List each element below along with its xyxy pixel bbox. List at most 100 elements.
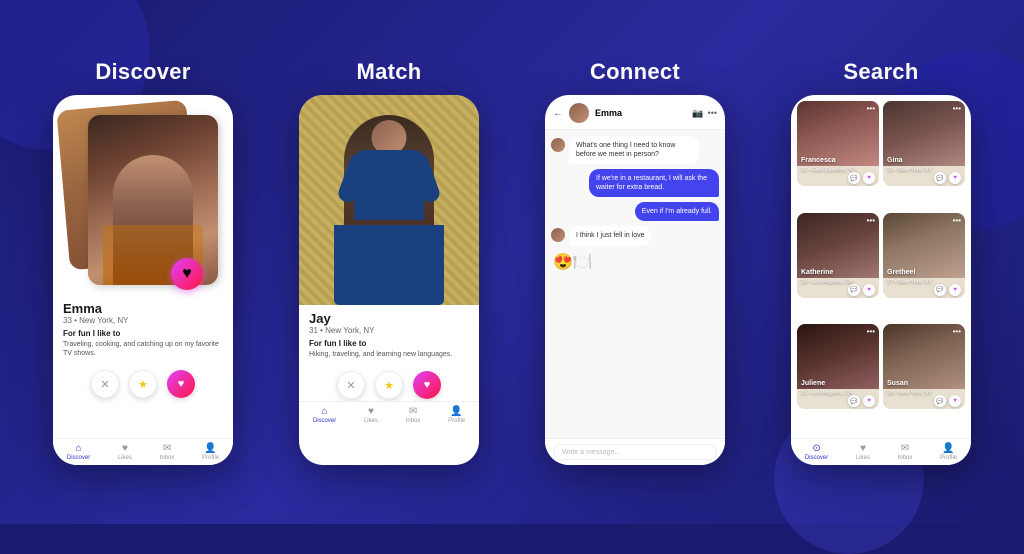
match-superlike-button[interactable]: ★ xyxy=(375,371,403,399)
card-heart-5[interactable]: ♥ xyxy=(949,395,961,407)
heart-icon: ♥ xyxy=(182,265,192,283)
their-avatar xyxy=(551,138,565,152)
search-card-1[interactable]: ••• Gina 29 • New York, NY 💬 ♥ xyxy=(883,101,965,186)
chat-action-icons: 📷 ••• xyxy=(692,108,717,119)
search-nav-likes[interactable]: ♥ Likes xyxy=(856,443,870,461)
heart-button[interactable]: ♥ xyxy=(171,258,203,290)
card-dots-3[interactable]: ••• xyxy=(953,216,961,225)
nav-likes[interactable]: ♥ Likes xyxy=(118,443,132,461)
card-sub-1: 29 • New York, NY xyxy=(887,167,932,173)
search-profile-icon: 👤 xyxy=(942,443,954,454)
card-chat-0[interactable]: 💬 xyxy=(848,172,860,184)
search-card-5[interactable]: ••• Susan 28 • New York, NY 💬 ♥ xyxy=(883,324,965,409)
person-name: Emma xyxy=(63,301,223,316)
search-grid: ••• Francesca 26 • East Camden, NJ 💬 ♥ •… xyxy=(791,95,971,438)
likes-icon: ♥ xyxy=(122,443,128,454)
their-message-2: I think I just fell in love xyxy=(551,226,719,245)
match-nav-likes[interactable]: ♥ Likes xyxy=(364,406,378,424)
card-name-3: Gretheel xyxy=(887,269,915,276)
nav-profile[interactable]: 👤 Profile xyxy=(202,443,219,461)
chat-avatar xyxy=(569,103,589,123)
search-card-3[interactable]: ••• Gretheel 27 • New York, NY 💬 ♥ xyxy=(883,213,965,298)
discover-info: Emma 33 • New York, NY For fun I like to… xyxy=(53,295,233,364)
match-home-icon: ⌂ xyxy=(322,406,328,417)
match-pass-button[interactable]: ✕ xyxy=(337,371,365,399)
person-details: 33 • New York, NY xyxy=(63,316,223,325)
search-nav-profile[interactable]: 👤 Profile xyxy=(940,443,957,461)
card-actions-5: 💬 ♥ xyxy=(934,395,961,407)
match-nav-discover[interactable]: ⌂ Discover xyxy=(313,406,336,424)
nav-discover[interactable]: ⌂ Discover xyxy=(67,443,90,461)
match-title: Match xyxy=(356,59,421,85)
card-dots-2[interactable]: ••• xyxy=(867,216,875,225)
card-dots-0[interactable]: ••• xyxy=(867,104,875,113)
match-bio-text: Hiking, traveling, and learning new lang… xyxy=(309,350,469,359)
card-name-1: Gina xyxy=(887,157,903,164)
search-bottom-nav: ⊙ Discover ♥ Likes ✉ Inbox 👤 Profile xyxy=(791,438,971,465)
inbox-icon: ✉ xyxy=(163,443,171,454)
match-person-silhouette xyxy=(344,115,434,305)
nav-inbox[interactable]: ✉ Inbox xyxy=(160,443,175,461)
card-dots-4[interactable]: ••• xyxy=(867,327,875,336)
card-sub-4: 31 • Los Angeles, CA xyxy=(801,390,853,396)
match-info: Jay 31 • New York, NY For fun I like to … xyxy=(299,305,479,365)
card-heart-1[interactable]: ♥ xyxy=(949,172,961,184)
card-heart-3[interactable]: ♥ xyxy=(949,284,961,296)
card-chat-1[interactable]: 💬 xyxy=(934,172,946,184)
search-card-2[interactable]: ••• Katherine 28 • Los Angeles, CA 💬 ♥ xyxy=(797,213,879,298)
card-name-2: Katherine xyxy=(801,269,833,276)
card-chat-4[interactable]: 💬 xyxy=(848,395,860,407)
my-message-1: If we're in a restaurant, I will ask the… xyxy=(589,169,719,197)
match-likes-icon: ♥ xyxy=(368,406,374,417)
search-card-0[interactable]: ••• Francesca 26 • East Camden, NJ 💬 ♥ xyxy=(797,101,879,186)
search-nav-inbox[interactable]: ✉ Inbox xyxy=(898,443,913,461)
match-inbox-icon: ✉ xyxy=(409,406,417,417)
card-dots-5[interactable]: ••• xyxy=(953,327,961,336)
connect-section: Connect ← Emma 📷 ••• What's one thing I … xyxy=(520,59,750,465)
like-button[interactable]: ♥ xyxy=(167,370,195,398)
match-like-button[interactable]: ♥ xyxy=(413,371,441,399)
message-input[interactable]: Write a message... xyxy=(553,444,717,460)
search-nav-discover[interactable]: ⊙ Discover xyxy=(805,443,828,461)
card-actions-0: 💬 ♥ xyxy=(848,172,875,184)
back-button[interactable]: ← xyxy=(553,108,563,119)
profile-icon: 👤 xyxy=(204,443,216,454)
discover-card: ♥ Emma 33 • New York, NY For fun I like … xyxy=(53,95,233,438)
card-heart-0[interactable]: ♥ xyxy=(863,172,875,184)
match-photo xyxy=(299,95,479,305)
match-section: Match Jay 31 • New York, NY xyxy=(274,59,504,465)
search-phone: ••• Francesca 26 • East Camden, NJ 💬 ♥ •… xyxy=(791,95,971,465)
action-buttons: ✕ ★ ♥ xyxy=(53,364,233,400)
card-dots-1[interactable]: ••• xyxy=(953,104,961,113)
pass-button[interactable]: ✕ xyxy=(91,370,119,398)
connect-phone: ← Emma 📷 ••• What's one thing I need to … xyxy=(545,95,725,465)
card-chat-3[interactable]: 💬 xyxy=(934,284,946,296)
card-chat-5[interactable]: 💬 xyxy=(934,395,946,407)
their-avatar-2 xyxy=(551,228,565,242)
match-person-name: Jay xyxy=(309,311,469,326)
search-card-4[interactable]: ••• Juliene 31 • Los Angeles, CA 💬 ♥ xyxy=(797,324,879,409)
bio-text: Traveling, cooking, and catching up on m… xyxy=(63,340,223,358)
discover-title: Discover xyxy=(95,59,190,85)
card-name-5: Susan xyxy=(887,380,908,387)
card-chat-2[interactable]: 💬 xyxy=(848,284,860,296)
card-heart-2[interactable]: ♥ xyxy=(863,284,875,296)
card-name-4: Juliene xyxy=(801,380,825,387)
home-icon: ⌂ xyxy=(76,443,82,454)
video-icon[interactable]: 📷 xyxy=(692,108,703,119)
search-likes-icon: ♥ xyxy=(860,443,866,454)
search-home-icon: ⊙ xyxy=(812,443,820,454)
card-heart-4[interactable]: ♥ xyxy=(863,395,875,407)
dots-icon[interactable]: ••• xyxy=(708,108,717,119)
search-inbox-icon: ✉ xyxy=(901,443,909,454)
match-bg xyxy=(299,95,479,305)
card-sub-5: 28 • New York, NY xyxy=(887,390,932,396)
card-actions-2: 💬 ♥ xyxy=(848,284,875,296)
discover-bottom-nav: ⌂ Discover ♥ Likes ✉ Inbox 👤 Profile xyxy=(53,438,233,465)
superlike-button[interactable]: ★ xyxy=(129,370,157,398)
match-nav-profile[interactable]: 👤 Profile xyxy=(448,406,465,424)
emoji-message: 😍🍽️ xyxy=(551,251,595,276)
card-actions-4: 💬 ♥ xyxy=(848,395,875,407)
match-person-details: 31 • New York, NY xyxy=(309,326,469,335)
match-nav-inbox[interactable]: ✉ Inbox xyxy=(406,406,421,424)
